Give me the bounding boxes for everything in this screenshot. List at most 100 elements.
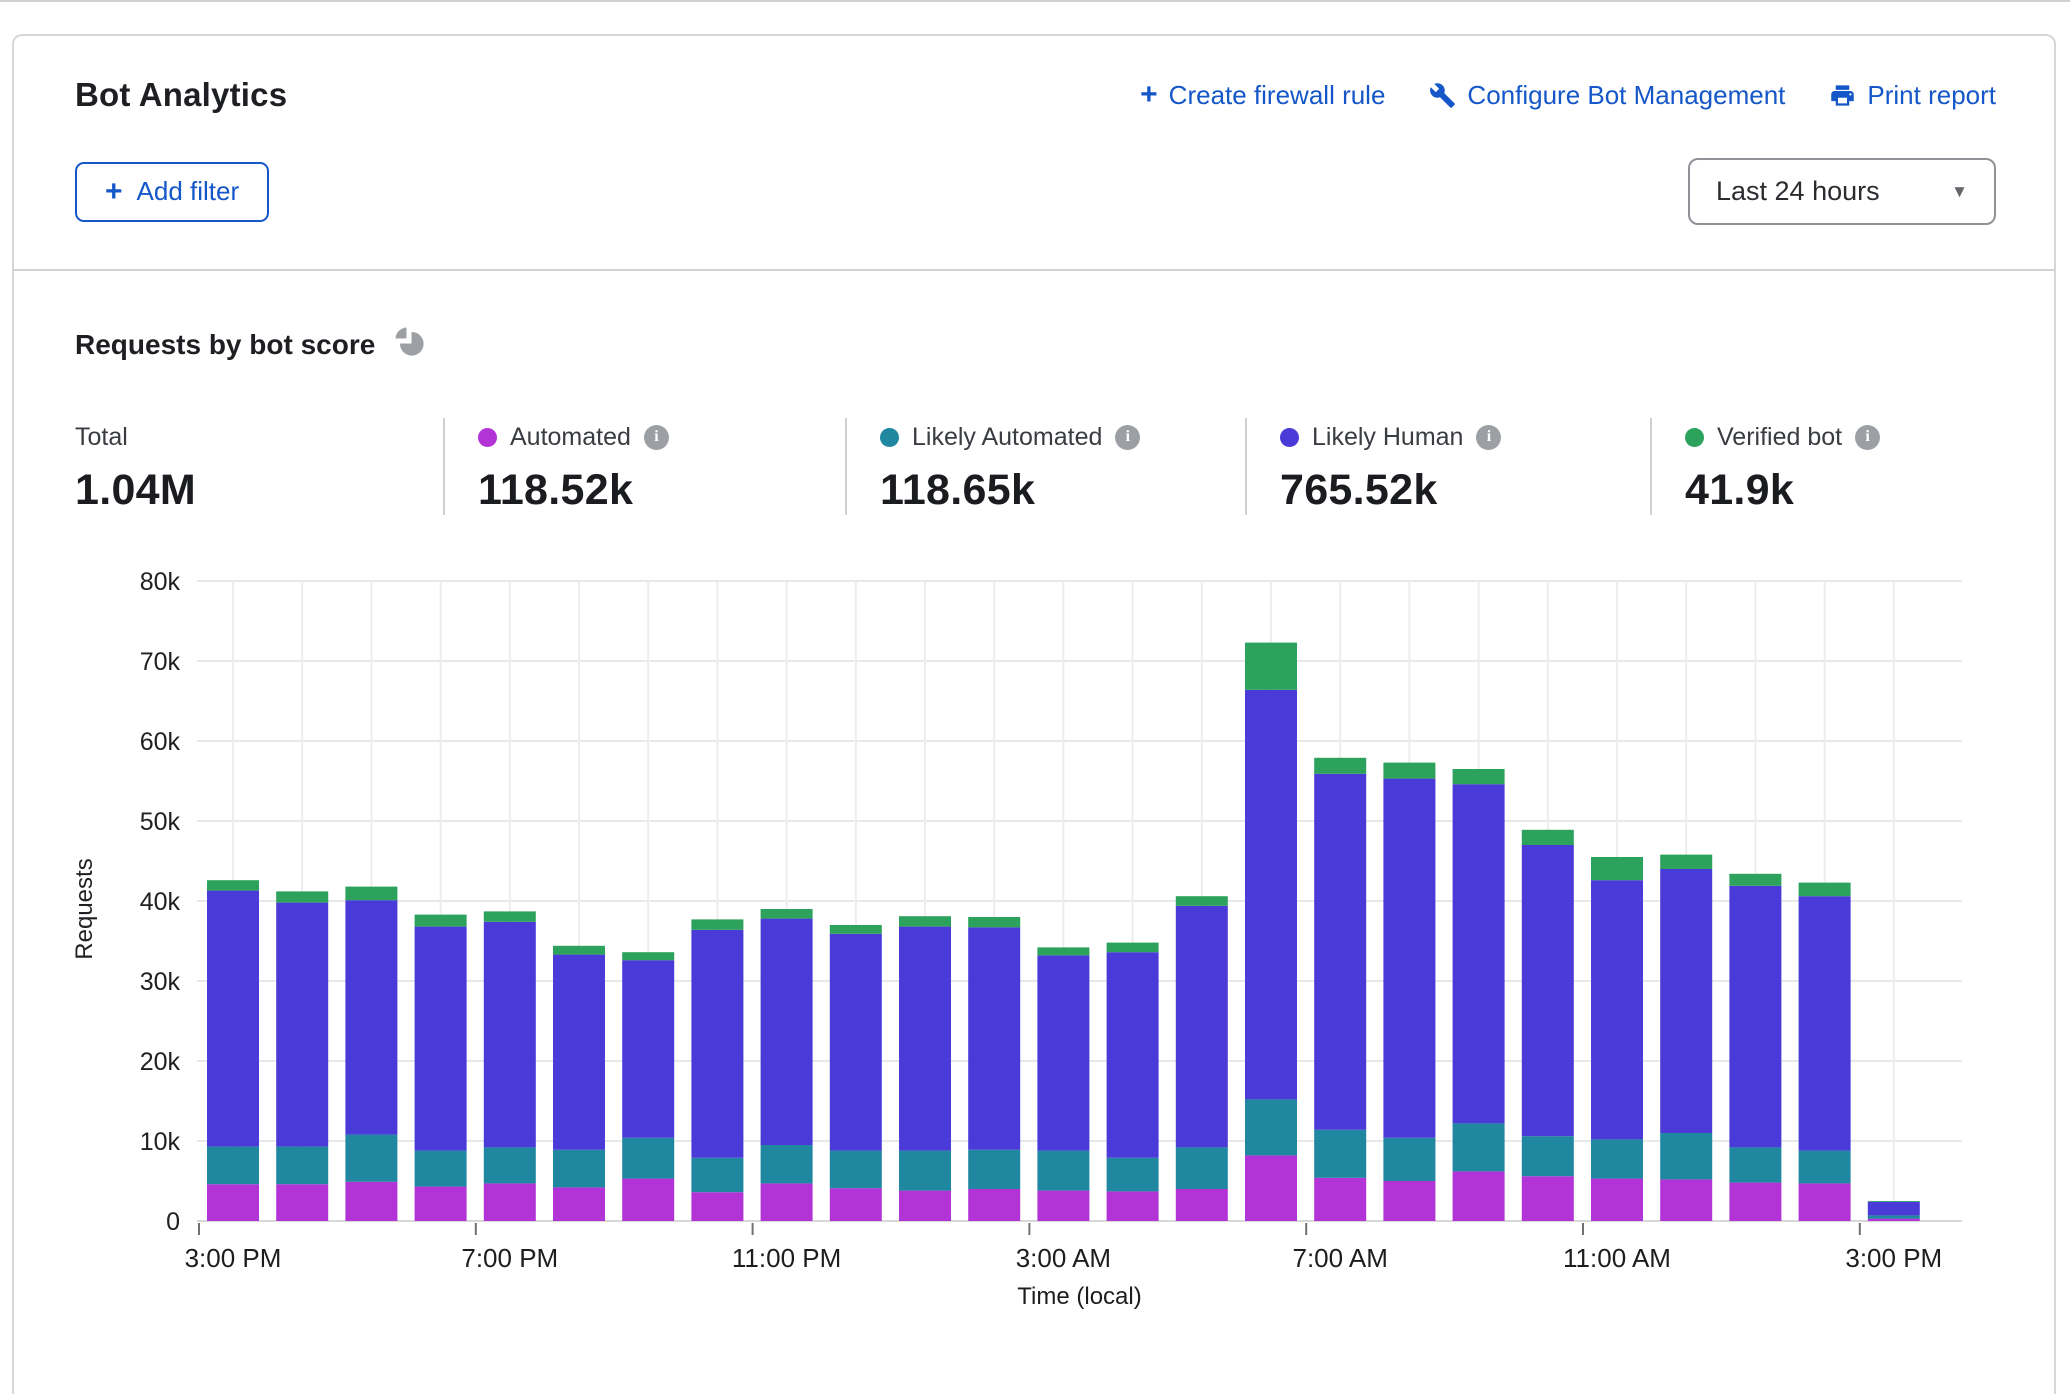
bar-segment [1660,1179,1712,1221]
bar-segment [1799,1183,1851,1221]
bar-segment [207,1147,259,1185]
page-title: Bot Analytics [75,76,287,114]
bar-group [761,909,813,1221]
create-firewall-rule-link[interactable]: + Create firewall rule [1140,80,1385,111]
bar-segment [1729,1183,1781,1221]
bar-segment [1660,855,1712,869]
x-axis-labels: 3:00 PM7:00 PM11:00 PM3:00 AM7:00 AM11:0… [185,1223,1943,1273]
bar-segment [1729,886,1781,1148]
svg-text:11:00 PM: 11:00 PM [732,1243,841,1273]
info-icon[interactable]: i [1115,425,1140,450]
stat-total-value: 1.04M [75,466,443,515]
add-filter-button[interactable]: + Add filter [75,162,269,222]
page-top-divider [0,0,2070,2]
bar-segment [1037,947,1089,955]
bar-segment [968,1150,1020,1189]
bar-group [484,911,536,1221]
bar-segment [345,900,397,1134]
bar-segment [415,915,467,927]
bar-segment [415,1187,467,1221]
bar-segment [1383,1181,1435,1221]
x-axis-title: Time (local) [1017,1283,1141,1309]
svg-text:30k: 30k [140,968,181,996]
svg-text:3:00 AM: 3:00 AM [1016,1243,1111,1273]
add-filter-label: Add filter [137,176,240,207]
bar-segment [345,1135,397,1182]
bar-segment [1314,758,1366,774]
svg-text:40k: 40k [140,888,181,916]
bar-group [1868,1201,1920,1221]
bar-segment [1522,830,1574,845]
bar-segment [1591,880,1643,1139]
stat-verified-bot-value: 41.9k [1685,466,1880,515]
bar-segment [1729,874,1781,886]
svg-text:50k: 50k [140,808,181,836]
requests-by-bot-score-chart: 010k20k30k40k50k60k70k80k3:00 PM7:00 PM1… [62,549,2002,1309]
plus-icon: + [1140,80,1158,110]
bar-group [1314,758,1366,1221]
y-axis-labels: 010k20k30k40k50k60k70k80k [140,568,181,1236]
svg-text:60k: 60k [140,728,181,756]
bar-segment [276,1184,328,1221]
stat-total: Total 1.04M [75,418,443,515]
bar-segment [1522,1136,1574,1176]
likely-human-dot [1280,428,1299,447]
stat-automated: Automated i 118.52k [443,418,845,515]
printer-icon [1829,82,1856,109]
bar-segment [1176,896,1228,906]
bar-segment [1453,1123,1505,1171]
bar-group [830,925,882,1221]
bar-group [1107,943,1159,1221]
bar-group [1591,857,1643,1221]
bar-group [207,880,259,1221]
bar-segment [899,916,951,926]
bar-segment [1591,1139,1643,1178]
plus-icon: + [105,177,123,207]
print-report-link[interactable]: Print report [1829,80,1996,111]
bot-analytics-card: Bot Analytics + Create firewall rule Con… [12,34,2056,1394]
info-icon[interactable]: i [1476,425,1501,450]
bar-group [1245,643,1297,1221]
stat-total-label: Total [75,423,128,452]
bar-segment [207,880,259,890]
bar-segment [1037,955,1089,1150]
configure-bot-management-link[interactable]: Configure Bot Management [1429,80,1785,111]
svg-text:11:00 AM: 11:00 AM [1563,1243,1671,1273]
bar-group [1729,874,1781,1221]
bar-segment [1314,1130,1366,1178]
bar-segment [207,891,259,1147]
info-icon[interactable]: i [644,425,669,450]
bar-segment [1868,1202,1920,1216]
bar-segment [1245,643,1297,690]
bar-segment [1453,784,1505,1123]
bar-segment [968,917,1020,927]
bar-segment [1107,952,1159,1158]
svg-text:7:00 PM: 7:00 PM [461,1243,558,1273]
bar-segment [415,1151,467,1187]
bar-segment [691,919,743,929]
automated-dot [478,428,497,447]
bar-segment [761,1145,813,1183]
print-report-label: Print report [1867,80,1996,111]
bar-group [1453,769,1505,1221]
bar-segment [830,1151,882,1189]
bar-segment [553,955,605,1150]
bar-segment [830,934,882,1151]
time-range-select[interactable]: Last 24 hours ▼ [1688,158,1996,225]
chevron-down-icon: ▼ [1951,182,1968,202]
bar-group [1799,883,1851,1221]
bar-segment [691,1192,743,1221]
stat-automated-label: Automated [510,423,631,452]
bar-segment [276,1147,328,1185]
bar-segment [553,1187,605,1221]
bar-segment [1383,1138,1435,1181]
bar-segment [1868,1219,1920,1221]
bar-segment [1107,1191,1159,1221]
stat-likely-human: Likely Human i 765.52k [1245,418,1650,515]
stat-likely-automated-label: Likely Automated [912,423,1102,452]
bar-segment [1799,896,1851,1150]
bar-segment [415,927,467,1151]
svg-text:7:00 AM: 7:00 AM [1292,1243,1387,1273]
info-icon[interactable]: i [1855,425,1880,450]
bar-segment [345,887,397,901]
